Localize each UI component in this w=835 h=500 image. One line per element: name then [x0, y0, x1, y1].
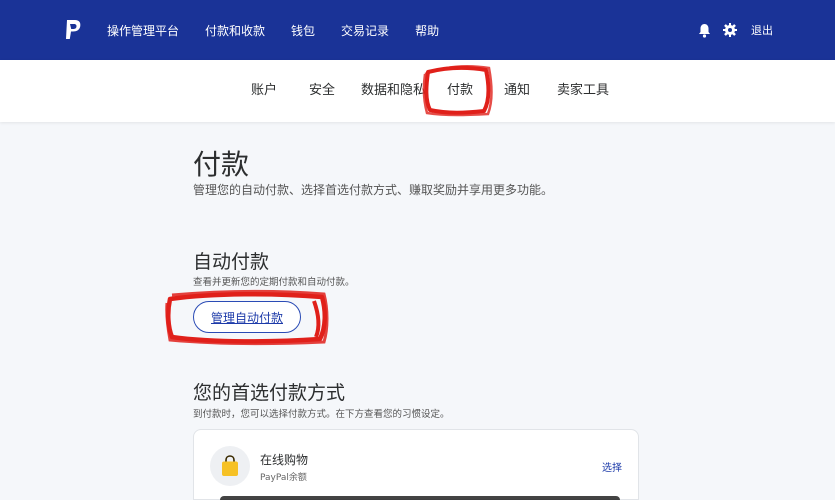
select-payment-method-link[interactable]: 选择	[602, 459, 622, 474]
nav-send-receive[interactable]: 付款和收款	[205, 22, 265, 39]
top-right-actions: 退出	[698, 0, 773, 60]
payment-context-name: 在线购物	[260, 453, 309, 467]
nav-wallet[interactable]: 钱包	[291, 22, 315, 39]
top-nav-bar: 操作管理平台 付款和收款 钱包 交易记录 帮助 退出	[0, 0, 835, 60]
auto-payments-subtitle: 查看并更新您的定期付款和自动付款。	[193, 277, 355, 288]
payment-preference-card: 在线购物 PayPal余额 选择	[193, 429, 639, 500]
gear-icon[interactable]	[723, 23, 737, 37]
bell-icon[interactable]	[698, 23, 711, 38]
nav-help[interactable]: 帮助	[415, 22, 439, 39]
tab-seller-tools[interactable]: 卖家工具	[557, 60, 609, 122]
tab-notifications[interactable]: 通知	[504, 60, 530, 122]
preferred-methods-title: 您的首选付款方式	[193, 382, 346, 404]
manage-auto-payments-button[interactable]: 管理自动付款	[193, 301, 301, 333]
nav-activity[interactable]: 交易记录	[341, 22, 389, 39]
page-title: 付款	[193, 148, 250, 181]
tab-security[interactable]: 安全	[309, 60, 335, 122]
tab-data-privacy[interactable]: 数据和隐私	[361, 60, 426, 122]
tab-account[interactable]: 账户	[251, 60, 277, 122]
nav-dashboard[interactable]: 操作管理平台	[107, 22, 179, 39]
payment-method-balance: PayPal余额	[260, 473, 307, 483]
shopping-bag-icon-wrap	[210, 446, 250, 486]
preferred-methods-subtitle: 到付款时，您可以选择付款方式。在下方查看您的习惯设定。	[193, 409, 450, 420]
page-subtitle: 管理您的自动付款、选择首选付款方式、赚取奖励并享用更多功能。	[193, 183, 554, 197]
auto-payments-title: 自动付款	[193, 251, 270, 273]
settings-subnav: 账户 安全 数据和隐私 付款 通知 卖家工具	[0, 60, 835, 122]
shopping-bag-icon	[222, 455, 238, 476]
paypal-logo[interactable]	[64, 19, 82, 41]
bottom-edge-shadow	[220, 496, 620, 500]
tab-payments[interactable]: 付款	[447, 60, 473, 122]
logout-link[interactable]: 退出	[751, 22, 773, 38]
top-nav: 操作管理平台 付款和收款 钱包 交易记录 帮助	[107, 0, 465, 60]
